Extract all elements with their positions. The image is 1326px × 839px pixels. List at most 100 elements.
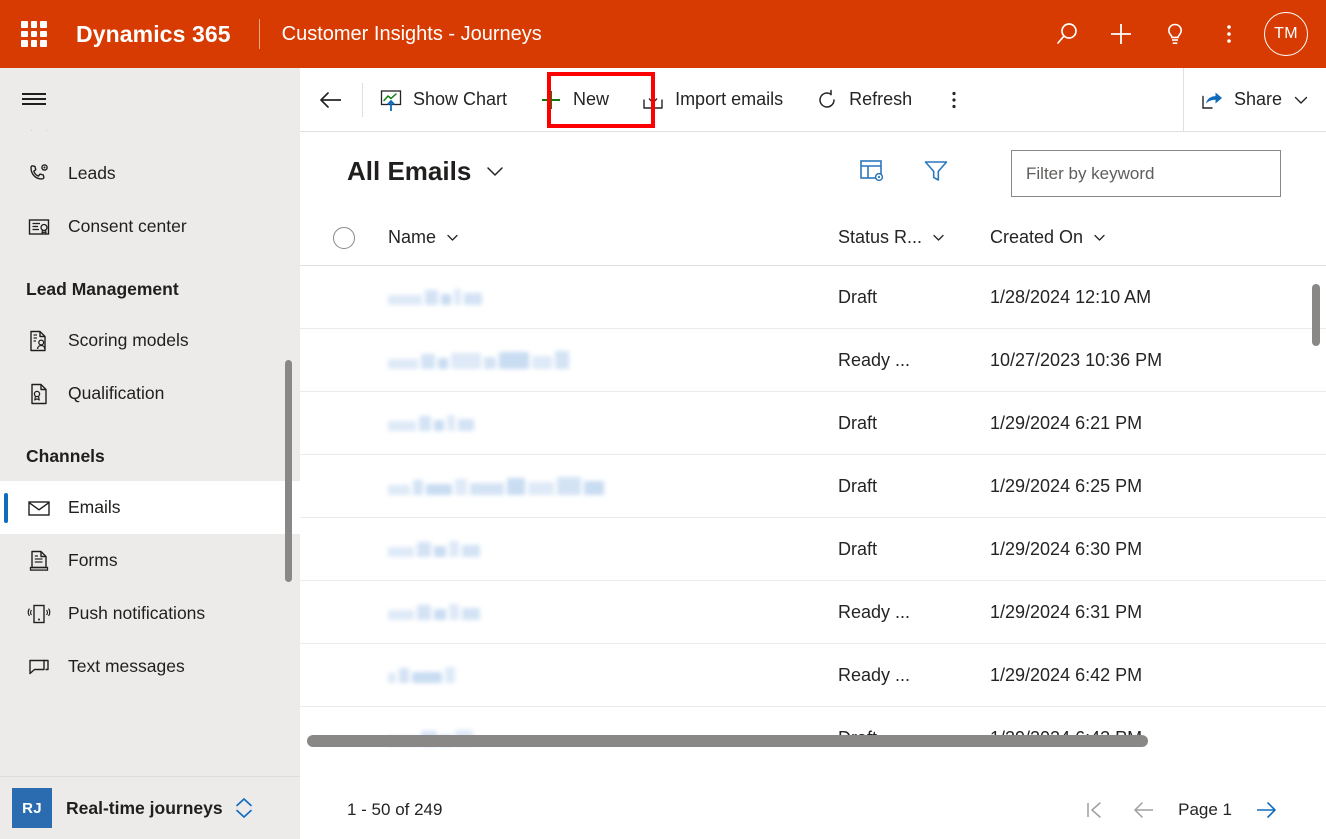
document-badge-icon — [26, 214, 60, 240]
column-header-status-reason[interactable]: Status R... — [838, 227, 990, 248]
lightbulb-icon[interactable] — [1148, 0, 1202, 68]
share-label: Share — [1233, 89, 1282, 109]
import-emails-button[interactable]: Import emails — [625, 68, 799, 132]
show-chart-button[interactable]: Show Chart — [363, 68, 523, 132]
filter-icon[interactable] — [922, 157, 950, 185]
redacted-name — [388, 351, 569, 369]
chevron-down-icon — [445, 230, 460, 245]
pagination-controls: Page 1 — [1074, 790, 1286, 830]
column-header-name[interactable]: Name — [388, 227, 838, 248]
cell-name[interactable] — [388, 667, 838, 683]
cell-name[interactable] — [388, 541, 838, 557]
sidebar-scroll-region: Contacts Leads — [0, 130, 300, 776]
page-label: Page 1 — [1178, 799, 1232, 819]
area-badge: RJ — [12, 788, 52, 828]
cell-name[interactable] — [388, 289, 838, 305]
edit-columns-icon[interactable] — [858, 157, 886, 185]
avatar[interactable]: TM — [1264, 12, 1308, 56]
brand-title[interactable]: Dynamics 365 — [68, 21, 231, 48]
sidebar-item-emails[interactable]: Emails — [0, 481, 300, 534]
select-all-circle[interactable] — [333, 226, 355, 249]
next-page-icon[interactable] — [1246, 790, 1286, 830]
grid-horizontal-scrollbar[interactable] — [307, 735, 1148, 747]
show-chart-label: Show Chart — [413, 89, 508, 109]
chart-icon — [379, 88, 403, 112]
filter-search-box[interactable] — [1011, 150, 1281, 197]
cell-name[interactable] — [388, 351, 838, 369]
app-name[interactable]: Customer Insights - Journeys — [282, 23, 542, 46]
redacted-name — [388, 541, 480, 557]
table-row[interactable]: Draft 1/29/2024 6:21 PM — [300, 392, 1326, 455]
cell-status-reason: Ready ... — [838, 349, 911, 370]
cell-created-on: 1/28/2024 12:10 AM — [990, 286, 1152, 307]
envelope-icon — [26, 495, 60, 521]
prev-page-icon[interactable] — [1124, 790, 1164, 830]
refresh-label: Refresh — [849, 89, 913, 109]
cell-name[interactable] — [388, 415, 838, 431]
table-row[interactable]: Ready ... 1/29/2024 6:31 PM — [300, 581, 1326, 644]
phone-gear-icon — [26, 161, 60, 187]
search-icon[interactable] — [1040, 0, 1094, 68]
cell-status-reason: Draft — [838, 538, 878, 559]
import-icon — [641, 88, 665, 112]
cell-created-on: 10/27/2023 10:36 PM — [990, 349, 1163, 370]
page-title: All Emails — [347, 155, 472, 186]
cell-name[interactable] — [388, 604, 838, 620]
cell-created-on: 1/29/2024 6:25 PM — [990, 475, 1143, 496]
column-header-created-on[interactable]: Created On — [990, 227, 1240, 248]
sidebar-group-channels: Channels — [26, 446, 105, 466]
column-header-label: Name — [388, 227, 437, 247]
redacted-name — [388, 604, 480, 620]
cell-status-reason: Draft — [838, 286, 878, 307]
grid-vertical-scrollbar[interactable] — [1312, 284, 1320, 346]
table-row[interactable]: Ready ... 1/29/2024 6:42 PM — [300, 644, 1326, 707]
sidebar-scrollbar[interactable] — [285, 360, 292, 582]
sidebar-item-scoring-models[interactable]: Scoring models — [0, 314, 300, 367]
back-arrow-icon[interactable] — [300, 68, 362, 132]
sidebar-item-label: Text messages — [68, 656, 185, 676]
view-bar: All Emails — [300, 132, 1326, 210]
table-row[interactable]: Draft 1/28/2024 12:10 AM — [300, 266, 1326, 329]
command-bar: Show Chart New Import emails Refresh Sha… — [300, 67, 1326, 132]
document-seal-icon — [26, 381, 60, 407]
import-emails-label: Import emails — [675, 89, 784, 109]
header-divider — [258, 19, 260, 49]
cell-name[interactable] — [388, 477, 838, 495]
chevron-down-icon — [1092, 230, 1107, 245]
first-page-icon[interactable] — [1074, 790, 1114, 830]
sidebar: Contacts Leads — [0, 68, 300, 839]
plus-icon[interactable] — [1094, 0, 1148, 68]
table-row[interactable]: Ready ... 10/27/2023 10:36 PM — [300, 329, 1326, 392]
new-button[interactable]: New — [523, 68, 625, 132]
command-bar-more-options-icon[interactable] — [928, 68, 980, 132]
cell-status-reason: Draft — [838, 412, 878, 433]
chat-icon — [26, 654, 60, 680]
area-switcher[interactable]: RJ Real-time journeys — [0, 776, 300, 839]
more-options-icon[interactable] — [1202, 0, 1256, 68]
sidebar-item-label: Push notifications — [68, 603, 206, 623]
sidebar-item-qualification[interactable]: Qualification — [0, 367, 300, 420]
refresh-button[interactable]: Refresh — [799, 68, 928, 132]
column-header-label: Created On — [990, 227, 1084, 247]
sidebar-item-forms[interactable]: Forms — [0, 534, 300, 587]
share-button[interactable]: Share — [1184, 68, 1326, 132]
sidebar-item-label: Forms — [68, 550, 118, 570]
app-launcher-icon[interactable] — [0, 0, 68, 68]
sidebar-item-push-notifications[interactable]: Push notifications — [0, 587, 300, 640]
table-row[interactable]: Draft 1/29/2024 6:25 PM — [300, 455, 1326, 518]
sidebar-item-leads[interactable]: Leads — [0, 147, 300, 200]
record-count: 1 - 50 of 249 — [347, 799, 443, 819]
form-icon — [26, 548, 60, 574]
sitemap-toggle-icon[interactable] — [2, 68, 66, 130]
sidebar-item-consent-center[interactable]: Consent center — [0, 200, 300, 253]
column-header-label: Status R... — [838, 227, 923, 247]
sidebar-item-label: Scoring models — [68, 330, 189, 350]
cell-status-reason: Draft — [838, 475, 878, 496]
view-selector-chevron-down-icon[interactable] — [483, 159, 507, 183]
sidebar-item-text-messages[interactable]: Text messages — [0, 640, 300, 693]
chevron-up-down-icon — [223, 795, 255, 821]
table-row[interactable]: Draft 1/29/2024 6:30 PM — [300, 518, 1326, 581]
select-all-cell — [300, 226, 388, 249]
search-input[interactable] — [1026, 163, 1266, 184]
sidebar-item-contacts[interactable]: Contacts — [0, 130, 300, 147]
